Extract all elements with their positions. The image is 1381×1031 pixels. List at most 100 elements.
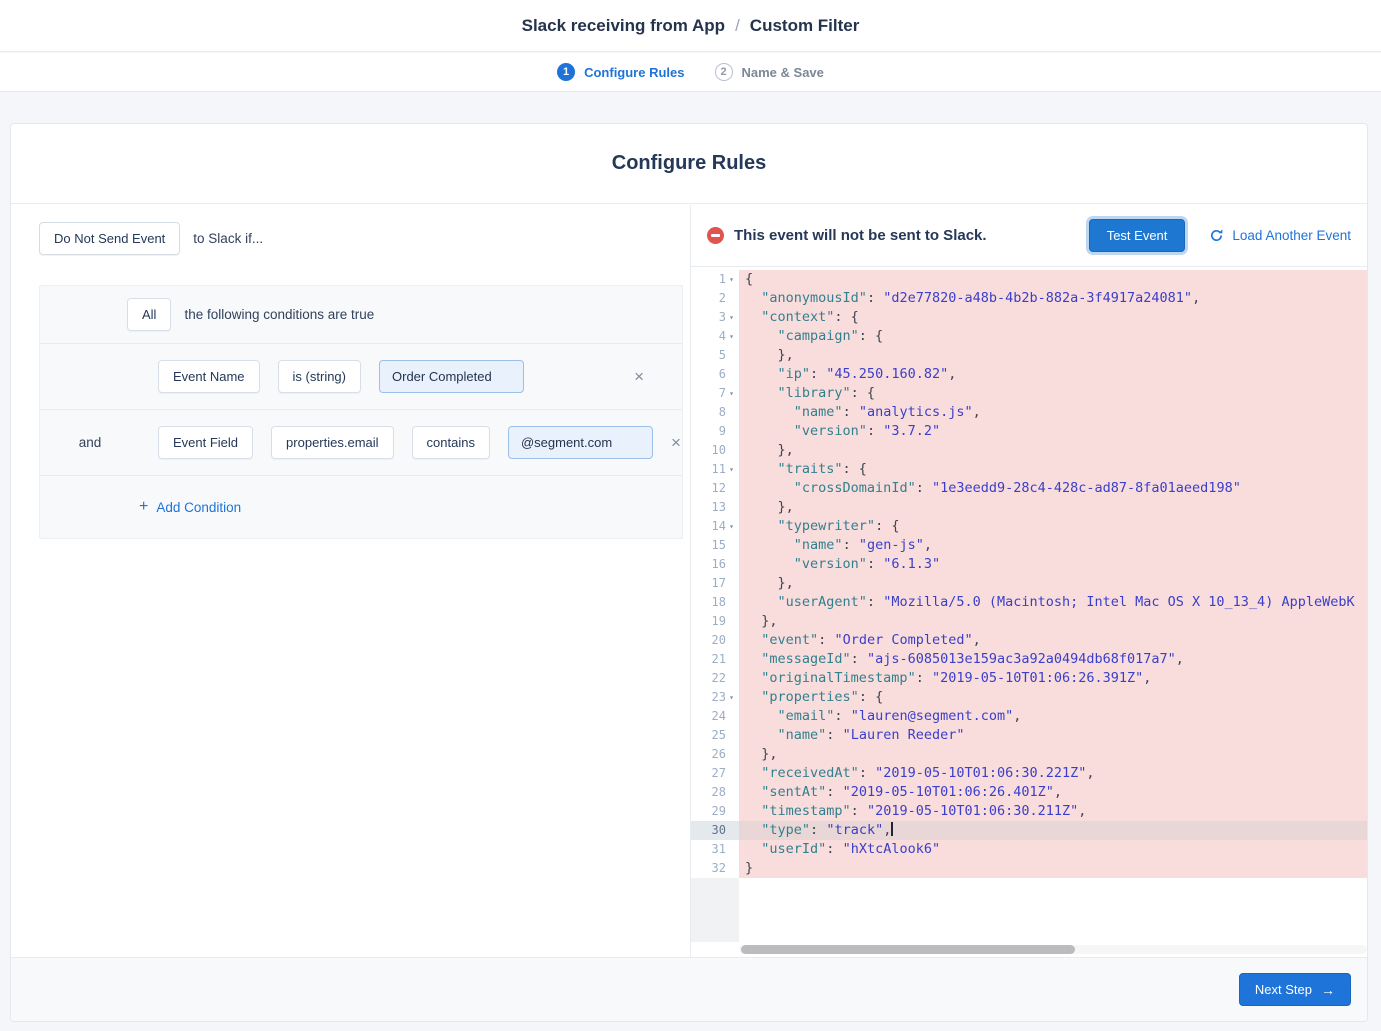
code-text[interactable]: { [739,270,1367,289]
code-text[interactable]: "type": "track", [739,821,1367,840]
fold-toggle-icon[interactable]: ▾ [726,384,737,403]
code-line[interactable]: 5 }, [691,346,1367,365]
code-text[interactable]: "originalTimestamp": "2019-05-10T01:06:2… [739,669,1367,688]
code-line[interactable]: 22 "originalTimestamp": "2019-05-10T01:0… [691,669,1367,688]
code-line[interactable]: 10 }, [691,441,1367,460]
condition-value-input[interactable] [508,426,653,459]
code-text[interactable]: "timestamp": "2019-05-10T01:06:30.211Z", [739,802,1367,821]
match-selector-dropdown[interactable]: All [127,298,171,331]
code-line[interactable]: 3▾ "context": { [691,308,1367,327]
fold-toggle-icon[interactable]: ▾ [726,270,737,289]
code-line[interactable]: 32} [691,859,1367,878]
code-text[interactable]: "version": "3.7.2" [739,422,1367,441]
code-line[interactable]: 9 "version": "3.7.2" [691,422,1367,441]
remove-condition-button[interactable]: × [671,434,681,451]
condition-chip-button[interactable]: is (string) [278,360,361,393]
condition-chip-button[interactable]: Event Field [158,426,253,459]
code-line[interactable]: 11▾ "traits": { [691,460,1367,479]
code-text[interactable]: "crossDomainId": "1e3eedd9-28c4-428c-ad8… [739,479,1367,498]
code-text[interactable]: "library": { [739,384,1367,403]
code-line[interactable]: 2 "anonymousId": "d2e77820-a48b-4b2b-882… [691,289,1367,308]
code-text[interactable]: "email": "lauren@segment.com", [739,707,1367,726]
code-line[interactable]: 7▾ "library": { [691,384,1367,403]
add-condition-button[interactable]: + Add Condition [139,499,241,515]
code-text[interactable]: "name": "Lauren Reeder" [739,726,1367,745]
code-line[interactable]: 25 "name": "Lauren Reeder" [691,726,1367,745]
code-text[interactable]: } [739,859,1367,878]
code-line[interactable]: 29 "timestamp": "2019-05-10T01:06:30.211… [691,802,1367,821]
add-condition-row: + Add Condition [40,476,682,538]
code-line[interactable]: 19 }, [691,612,1367,631]
step-configure-rules[interactable]: 1 Configure Rules [557,63,684,81]
code-text[interactable]: "userAgent": "Mozilla/5.0 (Macintosh; In… [739,593,1367,612]
code-line[interactable]: 27 "receivedAt": "2019-05-10T01:06:30.22… [691,764,1367,783]
code-line[interactable]: 12 "crossDomainId": "1e3eedd9-28c4-428c-… [691,479,1367,498]
code-line[interactable]: 23▾ "properties": { [691,688,1367,707]
horizontal-scrollbar-thumb[interactable] [741,945,1075,954]
code-text[interactable]: "sentAt": "2019-05-10T01:06:26.401Z", [739,783,1367,802]
json-punctuation: }, [745,442,794,458]
fold-toggle-icon[interactable]: ▾ [726,327,737,346]
code-text[interactable]: "ip": "45.250.160.82", [739,365,1367,384]
json-punctuation: : [916,480,932,496]
line-gutter: 16 [691,555,739,574]
remove-condition-button[interactable]: × [634,368,644,385]
code-text[interactable]: "name": "gen-js", [739,536,1367,555]
fold-toggle-icon[interactable]: ▾ [726,517,737,536]
refresh-icon [1209,228,1224,243]
code-line[interactable]: 4▾ "campaign": { [691,327,1367,346]
code-text[interactable]: "traits": { [739,460,1367,479]
code-text[interactable]: "userId": "hXtcAlook6" [739,840,1367,859]
code-line[interactable]: 17 }, [691,574,1367,593]
code-line[interactable]: 8 "name": "analytics.js", [691,403,1367,422]
code-line[interactable]: 14▾ "typewriter": { [691,517,1367,536]
code-text[interactable]: "event": "Order Completed", [739,631,1367,650]
fold-toggle-icon[interactable]: ▾ [726,688,737,707]
code-line[interactable]: 28 "sentAt": "2019-05-10T01:06:26.401Z", [691,783,1367,802]
code-line[interactable]: 13 }, [691,498,1367,517]
condition-chip-button[interactable]: Event Name [158,360,260,393]
code-line[interactable]: 15 "name": "gen-js", [691,536,1367,555]
code-line[interactable]: 21 "messageId": "ajs-6085013e159ac3a92a0… [691,650,1367,669]
code-text[interactable]: "version": "6.1.3" [739,555,1367,574]
code-text[interactable]: "receivedAt": "2019-05-10T01:06:30.221Z"… [739,764,1367,783]
code-line[interactable]: 16 "version": "6.1.3" [691,555,1367,574]
code-line[interactable]: 24 "email": "lauren@segment.com", [691,707,1367,726]
code-line[interactable]: 1▾{ [691,270,1367,289]
fold-toggle-icon[interactable]: ▾ [726,460,737,479]
code-text[interactable]: "name": "analytics.js", [739,403,1367,422]
filter-action-dropdown[interactable]: Do Not Send Event [39,222,180,255]
test-status-message: This event will not be sent to Slack. [734,227,987,244]
code-text[interactable]: "typewriter": { [739,517,1367,536]
step-number-badge: 2 [715,63,733,81]
breadcrumb-parent-link[interactable]: Slack receiving from App [522,16,725,36]
code-text[interactable]: "anonymousId": "d2e77820-a48b-4b2b-882a-… [739,289,1367,308]
code-text[interactable]: }, [739,574,1367,593]
condition-chip-button[interactable]: properties.email [271,426,394,459]
code-line[interactable]: 18 "userAgent": "Mozilla/5.0 (Macintosh;… [691,593,1367,612]
condition-chip-button[interactable]: contains [412,426,490,459]
code-text[interactable]: }, [739,612,1367,631]
test-event-button[interactable]: Test Event [1089,219,1186,252]
code-line[interactable]: 26 }, [691,745,1367,764]
code-line[interactable]: 6 "ip": "45.250.160.82", [691,365,1367,384]
json-event-editor[interactable]: 1▾{2 "anonymousId": "d2e77820-a48b-4b2b-… [691,267,1367,957]
code-line[interactable]: 31 "userId": "hXtcAlook6" [691,840,1367,859]
next-step-button[interactable]: Next Step → [1239,973,1351,1006]
line-number: 22 [712,669,726,688]
condition-value-input[interactable] [379,360,524,393]
step-name-and-save[interactable]: 2 Name & Save [715,63,824,81]
line-number: 15 [712,536,726,555]
code-line[interactable]: 30 "type": "track", [691,821,1367,840]
code-line[interactable]: 20 "event": "Order Completed", [691,631,1367,650]
code-text[interactable]: }, [739,745,1367,764]
code-text[interactable]: "messageId": "ajs-6085013e159ac3a92a0494… [739,650,1367,669]
code-text[interactable]: "context": { [739,308,1367,327]
fold-toggle-icon[interactable]: ▾ [726,308,737,327]
code-text[interactable]: }, [739,346,1367,365]
code-text[interactable]: "properties": { [739,688,1367,707]
load-another-event-button[interactable]: Load Another Event [1209,228,1351,243]
code-text[interactable]: "campaign": { [739,327,1367,346]
code-text[interactable]: }, [739,441,1367,460]
code-text[interactable]: }, [739,498,1367,517]
